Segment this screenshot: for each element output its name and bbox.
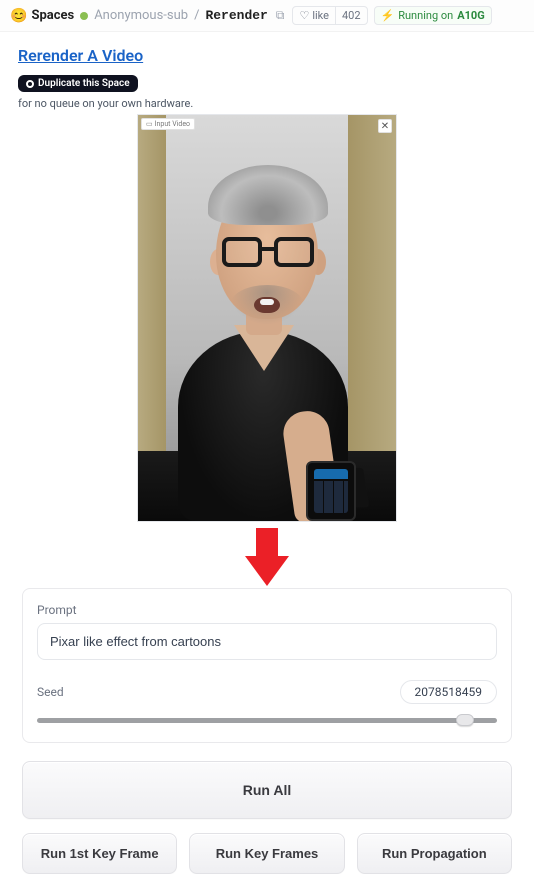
path-separator: / xyxy=(194,8,199,23)
prompt-label: Prompt xyxy=(37,603,497,617)
seed-slider[interactable] xyxy=(37,712,497,728)
phone-icon xyxy=(306,461,356,521)
header-bar: 😊 Spaces Anonymous-sub / Rerender ⧉ ♡ li… xyxy=(0,0,534,32)
input-video-preview[interactable]: ▭ Input Video ✕ xyxy=(137,114,397,522)
running-label: Running on xyxy=(398,9,453,22)
seed-value-input[interactable]: 2078518459 xyxy=(400,680,497,704)
portrait-head xyxy=(254,297,280,313)
video-tag-label: Input Video xyxy=(155,120,190,128)
video-icon: ▭ xyxy=(146,120,153,128)
form-panel: Prompt Seed 2078518459 xyxy=(22,588,512,743)
duplicate-icon xyxy=(26,80,34,88)
status-dot-icon xyxy=(80,12,88,20)
seed-label: Seed xyxy=(37,685,64,699)
queue-note: for no queue on your own hardware. xyxy=(18,97,516,110)
bolt-icon: ⚡ xyxy=(381,9,395,22)
running-status: ⚡ Running on A10G xyxy=(374,6,492,25)
owner-link[interactable]: Anonymous-sub xyxy=(94,8,188,23)
run-all-button[interactable]: Run All xyxy=(22,761,512,819)
space-name[interactable]: Rerender xyxy=(205,8,267,23)
arrow-down-icon xyxy=(245,528,289,586)
arrow-annotation xyxy=(18,528,516,586)
like-count: 402 xyxy=(336,7,367,24)
content-area: Rerender A Video Duplicate this Space fo… xyxy=(0,32,534,874)
video-preview-container: ▭ Input Video ✕ xyxy=(18,114,516,522)
spaces-label: Spaces xyxy=(31,8,74,23)
gpu-label: A10G xyxy=(457,9,485,22)
action-button-row: Run 1st Key Frame Run Key Frames Run Pro… xyxy=(22,833,512,874)
glasses-icon xyxy=(222,237,314,269)
run-keyframes-button[interactable]: Run Key Frames xyxy=(189,833,344,874)
input-video-tag: ▭ Input Video xyxy=(141,118,195,130)
duplicate-space-button[interactable]: Duplicate this Space xyxy=(18,75,138,92)
slider-knob[interactable] xyxy=(456,714,474,726)
like-label: like xyxy=(312,9,329,22)
heart-icon: ♡ xyxy=(299,9,309,22)
prompt-input[interactable] xyxy=(37,623,497,660)
spaces-icon: 😊 xyxy=(10,8,27,24)
run-propagation-button[interactable]: Run Propagation xyxy=(357,833,512,874)
close-icon[interactable]: ✕ xyxy=(378,119,392,133)
slider-track xyxy=(37,718,497,723)
run-first-keyframe-button[interactable]: Run 1st Key Frame xyxy=(22,833,177,874)
like-button[interactable]: ♡ like 402 xyxy=(292,6,367,25)
copy-icon[interactable]: ⧉ xyxy=(274,8,287,23)
duplicate-label: Duplicate this Space xyxy=(38,78,130,89)
spaces-link[interactable]: 😊 Spaces xyxy=(10,8,74,24)
page-title[interactable]: Rerender A Video xyxy=(18,46,143,65)
